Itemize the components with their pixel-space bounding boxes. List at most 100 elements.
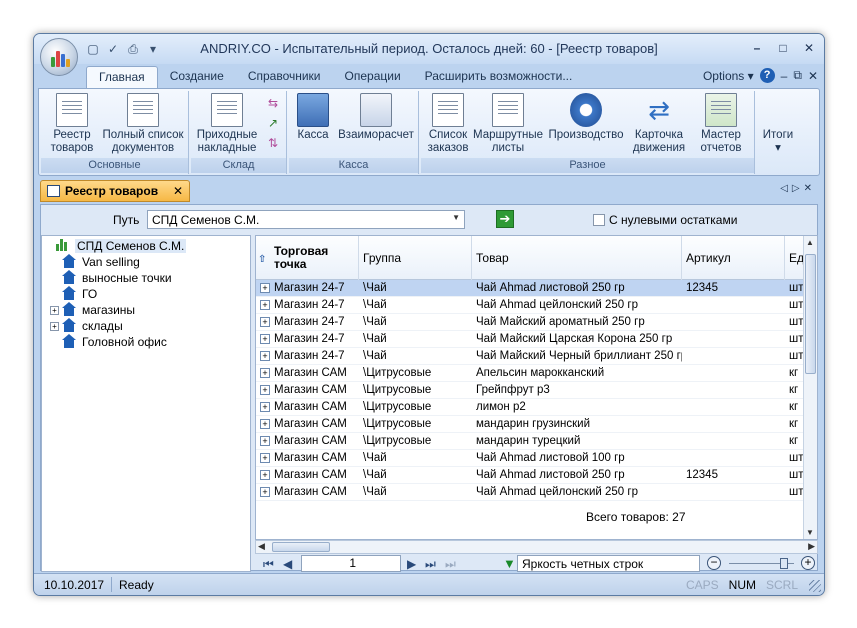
page-input[interactable]: 1 xyxy=(301,555,401,572)
tree-item-go[interactable]: ГО xyxy=(62,286,97,302)
column-header-unit[interactable]: Ед. xyxy=(785,236,807,280)
transfer-icon[interactable]: ⇆ xyxy=(265,95,281,111)
tab-operations[interactable]: Операции xyxy=(333,66,413,88)
table-row[interactable]: + Магазин САМ \Цитрусовые мандарин турецкий… xyxy=(256,433,817,450)
routes-button[interactable]: Маршрутные листы xyxy=(471,93,545,155)
expand-row-icon[interactable]: + xyxy=(260,368,270,378)
full-list-button[interactable]: Полный список документов xyxy=(99,93,187,155)
ribbon-restore-icon[interactable]: ⧉ xyxy=(793,68,802,83)
first-record-icon[interactable]: ⏮ xyxy=(263,557,274,572)
close-all-icon[interactable]: ✕ xyxy=(804,183,816,194)
invoices-button[interactable]: Приходные накладные xyxy=(193,93,261,155)
cash-button[interactable]: Касса xyxy=(293,93,333,142)
column-header-outlet[interactable]: ⇧ Торговая точка xyxy=(256,236,359,280)
table-row[interactable]: + Магазин 24-7 \Чай Чай Ahmad листовой 250 … xyxy=(256,280,817,297)
expand-row-icon[interactable]: + xyxy=(260,487,270,497)
expand-row-icon[interactable]: + xyxy=(260,283,270,293)
close-tab-icon[interactable]: ✕ xyxy=(173,184,183,198)
resize-grip-icon[interactable] xyxy=(809,580,821,592)
table-row[interactable]: + Магазин 24-7 \Чай Чай Майский Царская Кор… xyxy=(256,331,817,348)
report-wizard-button[interactable]: Мастер отчетов xyxy=(691,93,751,155)
scroll-down-icon[interactable]: ▼ xyxy=(806,528,814,537)
expand-row-icon[interactable]: + xyxy=(260,402,270,412)
minimize-button[interactable]: – xyxy=(748,40,766,56)
tab-extend[interactable]: Расширить возможности... xyxy=(413,66,585,88)
help-icon[interactable]: ? xyxy=(759,68,775,83)
table-row[interactable]: + Магазин САМ \Чай Чай Ahmad цейлонский 250… xyxy=(256,484,817,501)
expand-icon[interactable]: + xyxy=(50,322,59,331)
movement-card-button[interactable]: ⇄ Карточка движения xyxy=(627,93,691,155)
orders-button[interactable]: Список заказов xyxy=(425,93,471,155)
scroll-right-icon[interactable]: ▶ xyxy=(808,541,815,552)
hscroll-thumb[interactable] xyxy=(272,542,330,552)
ribbon-close-icon[interactable]: ✕ xyxy=(808,69,818,83)
column-header-article[interactable]: Артикул xyxy=(682,236,785,280)
stock-icon[interactable]: ⇅ xyxy=(265,135,281,151)
next-record-icon[interactable]: ▶ xyxy=(407,557,416,571)
horizontal-scrollbar[interactable]: ◀ ▶ xyxy=(255,540,818,554)
arrow-up-icon[interactable]: ↗ xyxy=(265,115,281,131)
totals-button[interactable]: Итоги ▾ xyxy=(757,129,799,155)
table-row[interactable]: + Магазин САМ \Цитрусовые Грейпфрут р3 кг xyxy=(256,382,817,399)
table-row[interactable]: + Магазин 24-7 \Чай Чай Майский Черный брил… xyxy=(256,348,817,365)
expand-row-icon[interactable]: + xyxy=(260,453,270,463)
ribbon-minimize-icon[interactable]: – xyxy=(781,69,788,83)
zoom-slider[interactable]: − + xyxy=(707,556,817,571)
expand-row-icon[interactable]: + xyxy=(260,317,270,327)
expand-row-icon[interactable]: + xyxy=(260,334,270,344)
expand-row-icon[interactable]: + xyxy=(260,419,270,429)
table-row[interactable]: + Магазин САМ \Чай Чай Ahmad листовой 250 г… xyxy=(256,467,817,484)
zoom-knob[interactable] xyxy=(780,558,788,569)
expand-icon[interactable]: + xyxy=(50,306,59,315)
tree-item-van-selling[interactable]: Van selling xyxy=(62,254,140,270)
table-row[interactable]: + Магазин 24-7 \Чай Чай Майский ароматный 2… xyxy=(256,314,817,331)
production-button[interactable]: Производство xyxy=(545,93,627,142)
app-menu-button[interactable] xyxy=(40,38,78,76)
table-row[interactable]: + Магазин САМ \Цитрусовые мандарин грузинск… xyxy=(256,416,817,433)
tree-item-stores[interactable]: + магазины xyxy=(50,302,135,318)
registry-button[interactable]: Реестр товаров xyxy=(45,93,99,155)
go-button[interactable]: ➔ xyxy=(496,210,514,228)
scroll-left-icon[interactable]: ◁ xyxy=(780,183,792,194)
tree-item-head-office[interactable]: Головной офис xyxy=(62,334,167,350)
scroll-thumb[interactable] xyxy=(805,254,816,374)
path-select[interactable]: СПД Семенов С.М. ▼ xyxy=(147,210,465,229)
tab-main[interactable]: Главная xyxy=(86,66,158,88)
stripe-option-field[interactable]: Яркость четных строк xyxy=(517,555,700,572)
expand-row-icon[interactable]: + xyxy=(260,300,270,310)
column-header-label: Товар xyxy=(476,251,509,265)
expand-row-icon[interactable]: + xyxy=(260,351,270,361)
expand-row-icon[interactable]: + xyxy=(260,470,270,480)
last-record-icon[interactable]: ⏭ xyxy=(425,557,436,572)
tab-references[interactable]: Справочники xyxy=(236,66,333,88)
table-row[interactable]: + Магазин САМ \Цитрусовые Апельсин мароккан… xyxy=(256,365,817,382)
tree-item-remote-points[interactable]: выносные точки xyxy=(62,270,172,286)
expand-row-icon[interactable]: + xyxy=(260,436,270,446)
routes-label-1: Маршрутные xyxy=(472,129,544,141)
tab-create[interactable]: Создание xyxy=(158,66,236,88)
new-record-icon[interactable]: ⏭ xyxy=(445,557,456,572)
vertical-scrollbar[interactable]: ▲ ▼ xyxy=(803,236,817,539)
tab-product-registry[interactable]: Реестр товаров ✕ xyxy=(40,180,190,202)
prev-record-icon[interactable]: ◀ xyxy=(283,557,292,571)
tree-root[interactable]: СПД Семенов С.М. xyxy=(56,238,187,254)
tree-item-warehouses[interactable]: + склады xyxy=(50,318,123,334)
column-header-product[interactable]: Товар xyxy=(472,236,682,280)
ribbon: Реестр товаров Полный список документов … xyxy=(38,88,820,176)
table-row[interactable]: + Магазин САМ \Чай Чай Ahmad листовой 100 г… xyxy=(256,450,817,467)
filter-icon[interactable]: ▼ xyxy=(503,556,516,571)
zoom-in-icon[interactable]: + xyxy=(801,556,815,570)
zoom-out-icon[interactable]: − xyxy=(707,556,721,570)
expand-row-icon[interactable]: + xyxy=(260,385,270,395)
table-row[interactable]: + Магазин 24-7 \Чай Чай Ahmad цейлонский 25… xyxy=(256,297,817,314)
table-row[interactable]: + Магазин САМ \Цитрусовые лимон р2 кг xyxy=(256,399,817,416)
zero-stock-checkbox[interactable] xyxy=(593,214,605,226)
settlement-button[interactable]: Взаиморасчет xyxy=(335,93,417,142)
scroll-right-icon[interactable]: ▷ xyxy=(792,183,804,194)
options-menu[interactable]: Options ▾ xyxy=(703,69,754,83)
scroll-left-icon[interactable]: ◀ xyxy=(258,541,265,552)
scroll-up-icon[interactable]: ▲ xyxy=(806,238,814,247)
close-button[interactable]: ✕ xyxy=(800,40,818,56)
column-header-group[interactable]: Группа xyxy=(359,236,472,280)
maximize-button[interactable]: □ xyxy=(774,40,792,56)
